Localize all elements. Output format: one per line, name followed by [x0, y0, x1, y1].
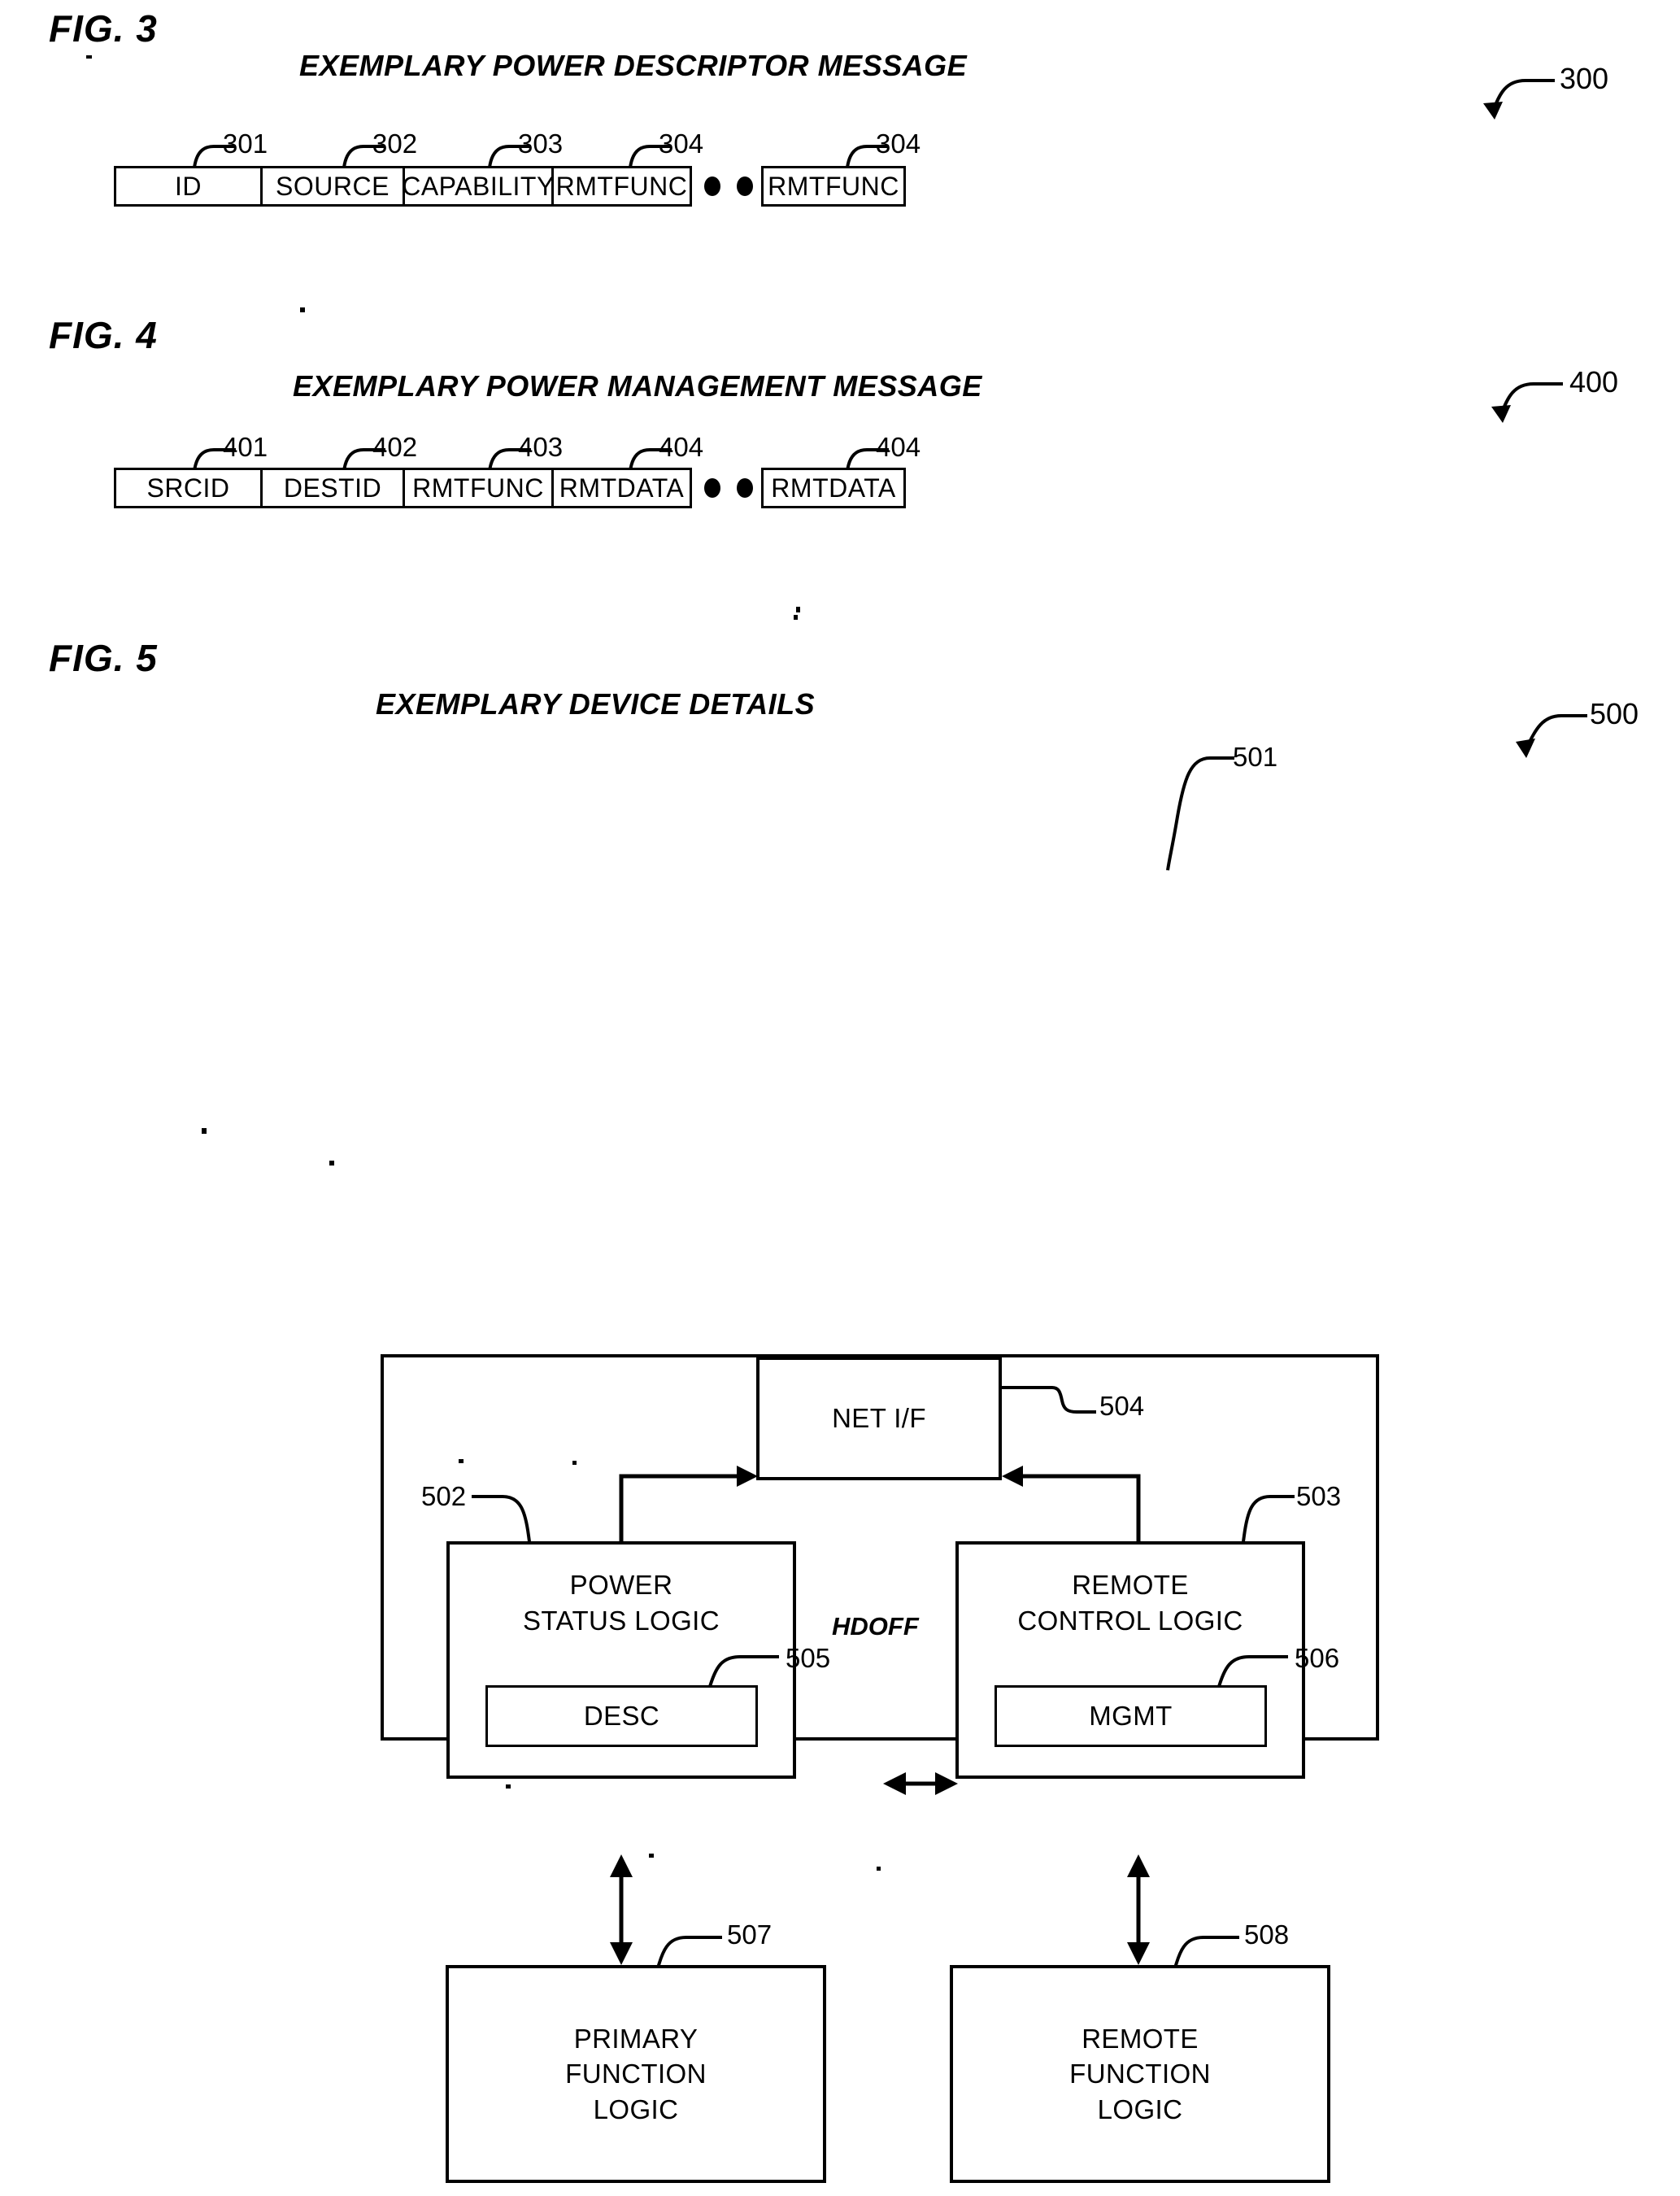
- field-301-ref: 301: [223, 129, 268, 159]
- block-primary-function-logic-line2: FUNCTION: [565, 2059, 707, 2089]
- message-field-id: ID: [114, 166, 260, 207]
- block-remote-control-logic-line1: REMOTE: [1072, 1570, 1189, 1600]
- figure-3-label: FIG. 3: [49, 7, 158, 50]
- block-mgmt-label: MGMT: [1089, 1701, 1173, 1732]
- message-field-rmtdata-last: RMTDATA: [761, 468, 906, 508]
- block-remote-function-logic-line3: LOGIC: [1097, 2094, 1183, 2124]
- device-501-ref: 501: [1233, 742, 1278, 772]
- scan-speck: [649, 1854, 654, 1858]
- field-304b-ref: 304: [876, 129, 921, 159]
- message-field-rmtdata: RMTDATA: [551, 468, 692, 508]
- block-502-ref: 502: [421, 1481, 467, 1511]
- block-506-ref: 506: [1295, 1643, 1340, 1673]
- scan-speck: [506, 1784, 511, 1789]
- figure-3-title: EXEMPLARY POWER DESCRIPTOR MESSAGE: [299, 49, 968, 82]
- block-mgmt: MGMT: [995, 1685, 1267, 1747]
- block-desc-label: DESC: [583, 1701, 660, 1732]
- figure-4-label: FIG. 4: [49, 314, 158, 356]
- signal-label-hdoff: HDOFF: [832, 1612, 919, 1640]
- message-field-rmtfunc2: RMTFUNC: [403, 468, 551, 508]
- scan-speck: [300, 307, 305, 312]
- block-power-status-logic-line2: STATUS LOGIC: [523, 1605, 720, 1636]
- scan-speck: [202, 1128, 207, 1134]
- message-field-rmtfunc: RMTFUNC: [551, 166, 692, 207]
- block-504-leader: [999, 1383, 1104, 1431]
- block-primary-function-logic-line3: LOGIC: [593, 2094, 679, 2124]
- field-302-ref: 302: [372, 129, 418, 159]
- block-remote-control-logic-line2: CONTROL LOGIC: [1017, 1605, 1243, 1636]
- scan-speck: [877, 1867, 881, 1871]
- block-desc: DESC: [485, 1685, 758, 1747]
- scan-speck: [459, 1459, 464, 1463]
- field-403-ref: 403: [518, 432, 564, 462]
- field-401-ref: 401: [223, 432, 268, 462]
- block-net-if-label: NET I/F: [832, 1403, 926, 1434]
- figure-4-title: EXEMPLARY POWER MANAGEMENT MESSAGE: [293, 369, 982, 403]
- block-503-ref: 503: [1296, 1481, 1342, 1511]
- figure-3-ref-number: 300: [1560, 62, 1609, 95]
- scan-speck: [794, 615, 798, 620]
- block-net-if: NET I/F: [756, 1357, 1002, 1480]
- scan-speck: [86, 55, 92, 59]
- figure-5-ref-leader: [1490, 706, 1595, 765]
- scan-speck: [796, 607, 800, 612]
- device-501-leader: [1145, 752, 1243, 874]
- field-404-ref: 404: [659, 432, 704, 462]
- block-505-ref: 505: [786, 1643, 831, 1673]
- block-primary-function-logic: PRIMARY FUNCTION LOGIC: [446, 1965, 826, 2183]
- field-402-ref: 402: [372, 432, 418, 462]
- block-507-ref: 507: [727, 1919, 773, 1950]
- message-field-destid: DESTID: [260, 468, 403, 508]
- block-remote-function-logic-line2: FUNCTION: [1069, 2059, 1211, 2089]
- block-508-ref: 508: [1244, 1919, 1290, 1950]
- scan-speck: [329, 1161, 334, 1166]
- scan-speck: [572, 1461, 577, 1465]
- block-power-status-logic-line1: POWER: [569, 1570, 673, 1600]
- field-404b-ref: 404: [876, 432, 921, 462]
- block-remote-function-logic: REMOTE FUNCTION LOGIC: [950, 1965, 1330, 2183]
- power-descriptor-message-row: ID SOURCE CAPABILITY RMTFUNC: [114, 166, 692, 207]
- power-management-message-row: SRCID DESTID RMTFUNC RMTDATA: [114, 468, 692, 508]
- field-304-ref: 304: [659, 129, 704, 159]
- message-field-capability: CAPABILITY: [402, 166, 554, 207]
- block-primary-function-logic-line1: PRIMARY: [573, 2023, 699, 2054]
- figure-4-ref-leader: [1456, 373, 1569, 429]
- figure-5-title: EXEMPLARY DEVICE DETAILS: [376, 687, 816, 721]
- block-504-ref: 504: [1099, 1391, 1145, 1421]
- figure-5-ref-number: 500: [1590, 697, 1639, 730]
- field-303-ref: 303: [518, 129, 564, 159]
- figure-3-ref-leader: [1447, 69, 1561, 126]
- figure-4-ref-number: 400: [1569, 365, 1619, 399]
- message-field-srcid: SRCID: [114, 468, 260, 508]
- message-field-rmtfunc-last: RMTFUNC: [761, 166, 906, 207]
- figure-5-label: FIG. 5: [49, 637, 158, 679]
- message-field-source: SOURCE: [260, 166, 403, 207]
- block-remote-function-logic-line1: REMOTE: [1082, 2023, 1199, 2054]
